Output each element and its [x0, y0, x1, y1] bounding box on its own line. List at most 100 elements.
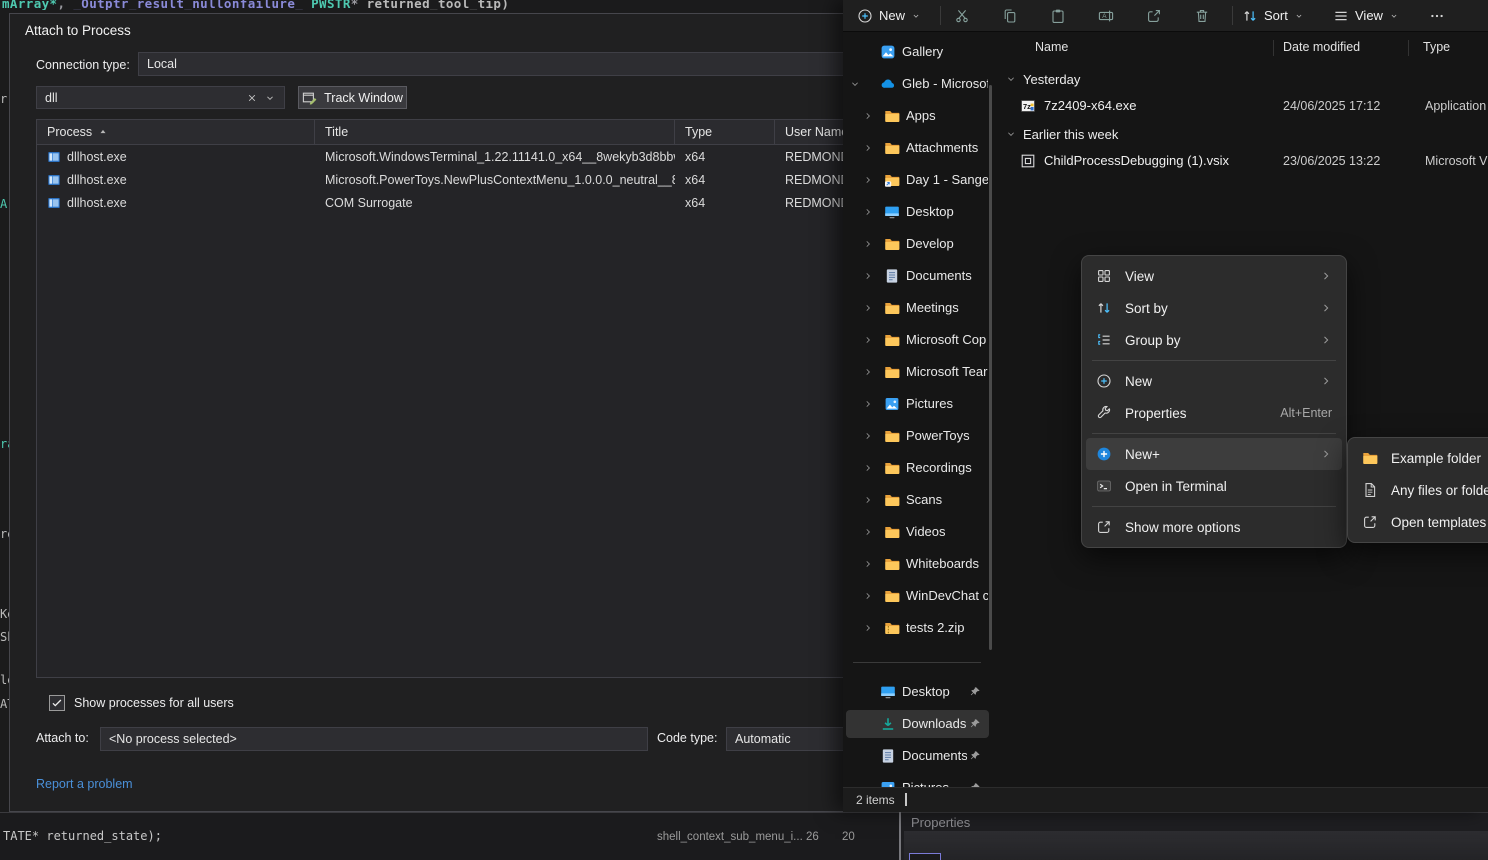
process-row[interactable]: dllhost.exeCOM Surrogatex64REDMOND [37, 191, 884, 214]
menu-item-new[interactable]: New+ [1086, 438, 1342, 470]
submenu-item-label: Open templates [1391, 515, 1488, 530]
track-window-button[interactable]: Track Window [298, 86, 407, 109]
sidebar-item-downloads[interactable]: Downloads [846, 710, 989, 738]
menu-item-show-more-options[interactable]: Show more options [1086, 511, 1342, 543]
submenu-item-label: Example folder [1391, 451, 1488, 466]
sidebar-item-gleb-microsoft[interactable]: Gleb - Microsoft [846, 70, 989, 98]
rename-button[interactable]: A [1098, 0, 1114, 31]
sidebar-item-gallery[interactable]: Gallery [846, 38, 989, 66]
submenu-item-open-templates[interactable]: Open templates [1352, 506, 1488, 538]
chevron-right-icon[interactable] [863, 143, 873, 153]
show-all-users-checkbox[interactable]: Show processes for all users [49, 695, 234, 711]
group-icon [1096, 332, 1112, 348]
menu-item-properties[interactable]: PropertiesAlt+Enter [1086, 397, 1342, 429]
sidebar-item-windevchat-c[interactable]: WinDevChat c [846, 582, 989, 610]
chevron-right-icon[interactable] [863, 591, 873, 601]
sidebar-item-tests-2-zip[interactable]: tests 2.zip [846, 614, 989, 642]
sidebar-item-meetings[interactable]: Meetings [846, 294, 989, 322]
connection-type-select[interactable]: Local [138, 52, 883, 76]
folder-icon [884, 300, 900, 316]
chevron-right-icon[interactable] [863, 303, 873, 313]
chevron-down-icon[interactable] [850, 79, 860, 89]
new-icon [857, 8, 873, 24]
properties-combo[interactable] [909, 853, 941, 860]
file-row-7z2409-x64-exe[interactable]: 7z7z2409-x64.exe24/06/2025 17:12Applicat… [998, 93, 1488, 119]
filter-dropdown-icon[interactable] [264, 92, 276, 104]
sidebar-item-microsoft-cop[interactable]: Microsoft Cop [846, 326, 989, 354]
chevron-right-icon[interactable] [863, 559, 873, 569]
delete-button[interactable] [1194, 0, 1210, 31]
sidebar-item-day-1-sangee[interactable]: Day 1 - Sangee [846, 166, 989, 194]
copy-button[interactable] [1002, 0, 1018, 31]
chevron-right-icon[interactable] [863, 335, 873, 345]
clear-filter-icon[interactable] [246, 92, 258, 104]
process-row[interactable]: dllhost.exeMicrosoft.PowerToys.NewPlusCo… [37, 168, 884, 191]
desktop-icon [880, 684, 896, 700]
chevron-right-icon[interactable] [863, 175, 873, 185]
sort-button[interactable]: Sort [1242, 0, 1304, 31]
column-header-title[interactable]: Title [315, 120, 675, 144]
sidebar-item-develop[interactable]: Develop [846, 230, 989, 258]
share-button[interactable] [1146, 0, 1162, 31]
chevron-right-icon[interactable] [863, 623, 873, 633]
menu-shortcut: Alt+Enter [1280, 406, 1332, 420]
sidebar-item-apps[interactable]: Apps [846, 102, 989, 130]
paste-button[interactable] [1050, 0, 1066, 31]
new-button[interactable]: New [857, 0, 921, 31]
process-filter-input[interactable]: dll [36, 86, 285, 109]
sidebar-item-microsoft-tear[interactable]: Microsoft Tear [846, 358, 989, 386]
group-header-yesterday[interactable]: Yesterday [998, 69, 1080, 89]
column-header-type[interactable]: Type [675, 120, 775, 144]
chevron-right-icon[interactable] [863, 463, 873, 473]
group-header-earlier-this-week[interactable]: Earlier this week [998, 124, 1118, 144]
zip-icon [884, 620, 900, 636]
sidebar-item-powertoys[interactable]: PowerToys [846, 422, 989, 450]
chevron-right-icon[interactable] [863, 239, 873, 249]
chevron-right-icon[interactable] [863, 207, 873, 217]
checkbox-box[interactable] [49, 695, 65, 711]
view-icon [1333, 8, 1349, 24]
sidebar-scrollbar[interactable] [989, 85, 992, 650]
cut-button[interactable] [954, 0, 970, 31]
chevron-right-icon[interactable] [863, 495, 873, 505]
menu-item-sort-by[interactable]: Sort by [1086, 292, 1342, 324]
sidebar-item-videos[interactable]: Videos [846, 518, 989, 546]
sidebar-item-attachments[interactable]: Attachments [846, 134, 989, 162]
sidebar-item-desktop[interactable]: Desktop [846, 198, 989, 226]
file-column-type[interactable]: Type [1423, 40, 1450, 54]
menu-item-group-by[interactable]: Group by [1086, 324, 1342, 356]
folder-icon [884, 332, 900, 348]
chevron-right-icon[interactable] [863, 527, 873, 537]
menu-item-new[interactable]: New [1086, 365, 1342, 397]
process-row[interactable]: dllhost.exeMicrosoft.WindowsTerminal_1.2… [37, 145, 884, 168]
file-column-name[interactable]: Name [1035, 40, 1068, 54]
sidebar-item-recordings[interactable]: Recordings [846, 454, 989, 482]
view-button[interactable]: View [1333, 0, 1399, 31]
chevron-right-icon[interactable] [863, 111, 873, 121]
process-name: dllhost.exe [67, 173, 127, 187]
sidebar-item-whiteboards[interactable]: Whiteboards [846, 550, 989, 578]
file-column-date-modified[interactable]: Date modified [1283, 40, 1360, 54]
chevron-right-icon[interactable] [863, 367, 873, 377]
report-problem-link[interactable]: Report a problem [36, 777, 133, 791]
sidebar-item-scans[interactable]: Scans [846, 486, 989, 514]
submenu-item-any-files-or-folde[interactable]: Any files or folde [1352, 474, 1488, 506]
sidebar-item-desktop[interactable]: Desktop [846, 678, 989, 706]
submenu-item-example-folder[interactable]: Example folder [1352, 442, 1488, 474]
editor-breadcrumb[interactable]: shell_context_sub_menu_i... [657, 831, 803, 843]
sidebar-item-label: WinDevChat c [906, 588, 988, 603]
code-segment: , [57, 0, 73, 10]
file-row-childprocessdebugging-1-vsix[interactable]: ChildProcessDebugging (1).vsix23/06/2025… [998, 148, 1488, 174]
more-options-button[interactable] [1429, 0, 1445, 31]
chevron-right-icon[interactable] [863, 399, 873, 409]
menu-item-view[interactable]: View [1086, 260, 1342, 292]
sidebar-item-documents[interactable]: Documents [846, 262, 989, 290]
chevron-right-icon [1320, 334, 1332, 346]
menu-item-open-in-terminal[interactable]: Open in Terminal [1086, 470, 1342, 502]
column-header-process[interactable]: Process [37, 120, 315, 144]
sidebar-item-pictures[interactable]: Pictures [846, 390, 989, 418]
chevron-right-icon[interactable] [863, 271, 873, 281]
sidebar-item-documents[interactable]: Documents [846, 742, 989, 770]
chevron-right-icon[interactable] [863, 431, 873, 441]
attach-to-input[interactable]: <No process selected> [100, 727, 648, 751]
